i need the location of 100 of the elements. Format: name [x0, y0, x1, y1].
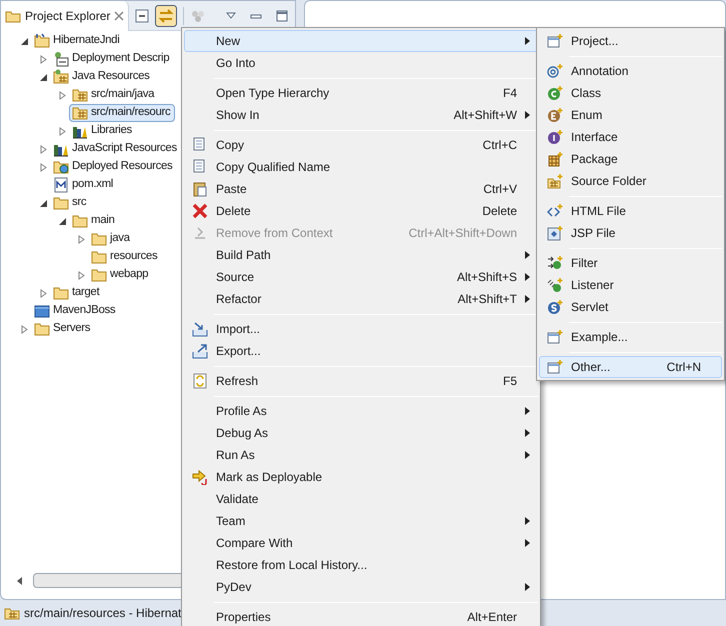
collapsed-arrow-icon[interactable] [58, 90, 67, 100]
collapse-all-icon[interactable] [135, 8, 150, 22]
menu-item[interactable]: Show In Alt+Shift+W [184, 104, 538, 126]
menu-item[interactable]: Properties Alt+Enter [184, 606, 538, 626]
package-folder-icon [4, 606, 20, 620]
menu-item[interactable]: Import... [184, 318, 538, 340]
tree-item[interactable]: HibernateJndi [31, 32, 124, 50]
tree-item[interactable]: src [50, 194, 92, 212]
tree-item[interactable]: MavenJBoss [31, 302, 120, 320]
menu-item[interactable]: Delete Delete [184, 200, 538, 222]
expanded-arrow-icon[interactable] [20, 36, 29, 46]
menu-item[interactable]: Other... Ctrl+N [539, 356, 722, 378]
menu-item[interactable]: New [184, 30, 538, 52]
folder-icon [53, 285, 69, 301]
collapsed-arrow-icon[interactable] [39, 162, 48, 172]
menu-item[interactable]: JSP File [539, 222, 722, 244]
menu-item[interactable]: PyDev [184, 576, 538, 598]
collapsed-arrow-icon[interactable] [39, 54, 48, 64]
folder-icon [91, 267, 107, 283]
menu-item[interactable]: Refresh F5 [184, 370, 538, 392]
close-icon[interactable] [114, 10, 124, 20]
descriptor-icon [53, 51, 69, 67]
menu-item[interactable]: Project... [539, 30, 722, 52]
tree-item[interactable]: Libraries [69, 122, 137, 140]
menu-item[interactable]: Refactor Alt+Shift+T [184, 288, 538, 310]
menu-item[interactable]: Restore from Local History... [184, 554, 538, 576]
enum-icon [547, 107, 563, 123]
html-file-icon [547, 203, 563, 219]
tree-item[interactable]: src/main/resourc [69, 104, 176, 122]
view-menu-icon[interactable] [226, 12, 236, 20]
menu-item[interactable]: Go Into [184, 52, 538, 74]
shortcut-text: Ctrl+V [483, 181, 517, 198]
interface-icon [547, 129, 563, 145]
menu-item[interactable]: Build Path [184, 244, 538, 266]
shortcut-text: F5 [502, 373, 517, 390]
menu-item[interactable]: Source Folder [539, 170, 722, 192]
menu-item[interactable]: Package [539, 148, 722, 170]
menu-item[interactable]: Compare With [184, 532, 538, 554]
collapsed-arrow-icon[interactable] [39, 288, 48, 298]
project-folder-icon [34, 33, 50, 49]
menu-item[interactable]: Servlet [539, 296, 722, 318]
tree-item[interactable]: JavaScript Resources [50, 140, 182, 158]
collapsed-arrow-icon[interactable] [77, 270, 86, 280]
menu-item[interactable]: Listener [539, 274, 722, 296]
tree-item[interactable]: Deployed Resources [50, 158, 178, 176]
remove-icon [192, 225, 208, 241]
expanded-arrow-icon[interactable] [39, 72, 48, 82]
tree-item[interactable]: webapp [88, 266, 154, 284]
menu-item[interactable]: Copy Ctrl+C [184, 134, 538, 156]
tree-item[interactable]: Java Resources [50, 68, 155, 86]
menu-item[interactable]: Paste Ctrl+V [184, 178, 538, 200]
tree-item[interactable]: src/main/java [69, 86, 160, 104]
collapsed-arrow-icon[interactable] [58, 126, 67, 136]
tree-item[interactable]: Servers [31, 320, 96, 338]
menu-item[interactable]: Interface [539, 126, 722, 148]
collapsed-arrow-icon[interactable] [39, 144, 48, 154]
folder-icon [91, 249, 107, 265]
expanded-arrow-icon[interactable] [39, 198, 48, 208]
tree-item[interactable]: Deployment Descrip [50, 50, 174, 68]
menu-item[interactable]: Example... [539, 326, 722, 348]
menu-item[interactable]: Team [184, 510, 538, 532]
tree-item[interactable]: main [69, 212, 120, 230]
menu-item[interactable]: Run As [184, 444, 538, 466]
scroll-left-icon[interactable] [17, 576, 23, 584]
menu-item[interactable]: Enum [539, 104, 722, 126]
class-icon [547, 85, 563, 101]
package-icon [547, 151, 563, 167]
menu-item[interactable]: Validate [184, 488, 538, 510]
menu-item[interactable]: Debug As [184, 422, 538, 444]
shortcut-text: Alt+Shift+W [454, 107, 517, 124]
menu-item[interactable]: Source Alt+Shift+S [184, 266, 538, 288]
folder-icon [5, 8, 21, 22]
menu-item[interactable]: Profile As [184, 400, 538, 422]
tree-item[interactable]: resources [88, 248, 162, 266]
java-resources-icon [53, 69, 69, 85]
collapsed-arrow-icon[interactable] [20, 324, 29, 334]
filter-icon [547, 255, 563, 271]
folder-icon [72, 213, 88, 229]
collapsed-arrow-icon[interactable] [77, 234, 86, 244]
tree-item[interactable]: pom.xml [50, 176, 118, 194]
menu-item[interactable]: Export... [184, 340, 538, 362]
tree-item[interactable]: target [50, 284, 104, 302]
expanded-arrow-icon[interactable] [58, 216, 67, 226]
link-editor-icon[interactable] [155, 4, 178, 26]
folder-icon [53, 195, 69, 211]
jsp-file-icon [547, 225, 563, 241]
new-wizard-icon [547, 33, 563, 49]
shortcut-text: F4 [502, 85, 517, 102]
menu-item[interactable]: Filter [539, 252, 722, 274]
maximize-icon[interactable] [276, 10, 288, 22]
menu-item[interactable]: Class [539, 82, 722, 104]
menu-item[interactable]: Mark as Deployable [184, 466, 538, 488]
menu-item[interactable]: Copy Qualified Name [184, 156, 538, 178]
deployed-folder-icon [53, 159, 69, 175]
menu-item[interactable]: Annotation [539, 60, 722, 82]
tree-item[interactable]: java [88, 230, 135, 248]
view-tab[interactable]: Project Explorer [1, 0, 130, 30]
menu-item[interactable]: Open Type Hierarchy F4 [184, 82, 538, 104]
menu-item[interactable]: HTML File [539, 200, 722, 222]
source-folder-icon [547, 173, 563, 189]
